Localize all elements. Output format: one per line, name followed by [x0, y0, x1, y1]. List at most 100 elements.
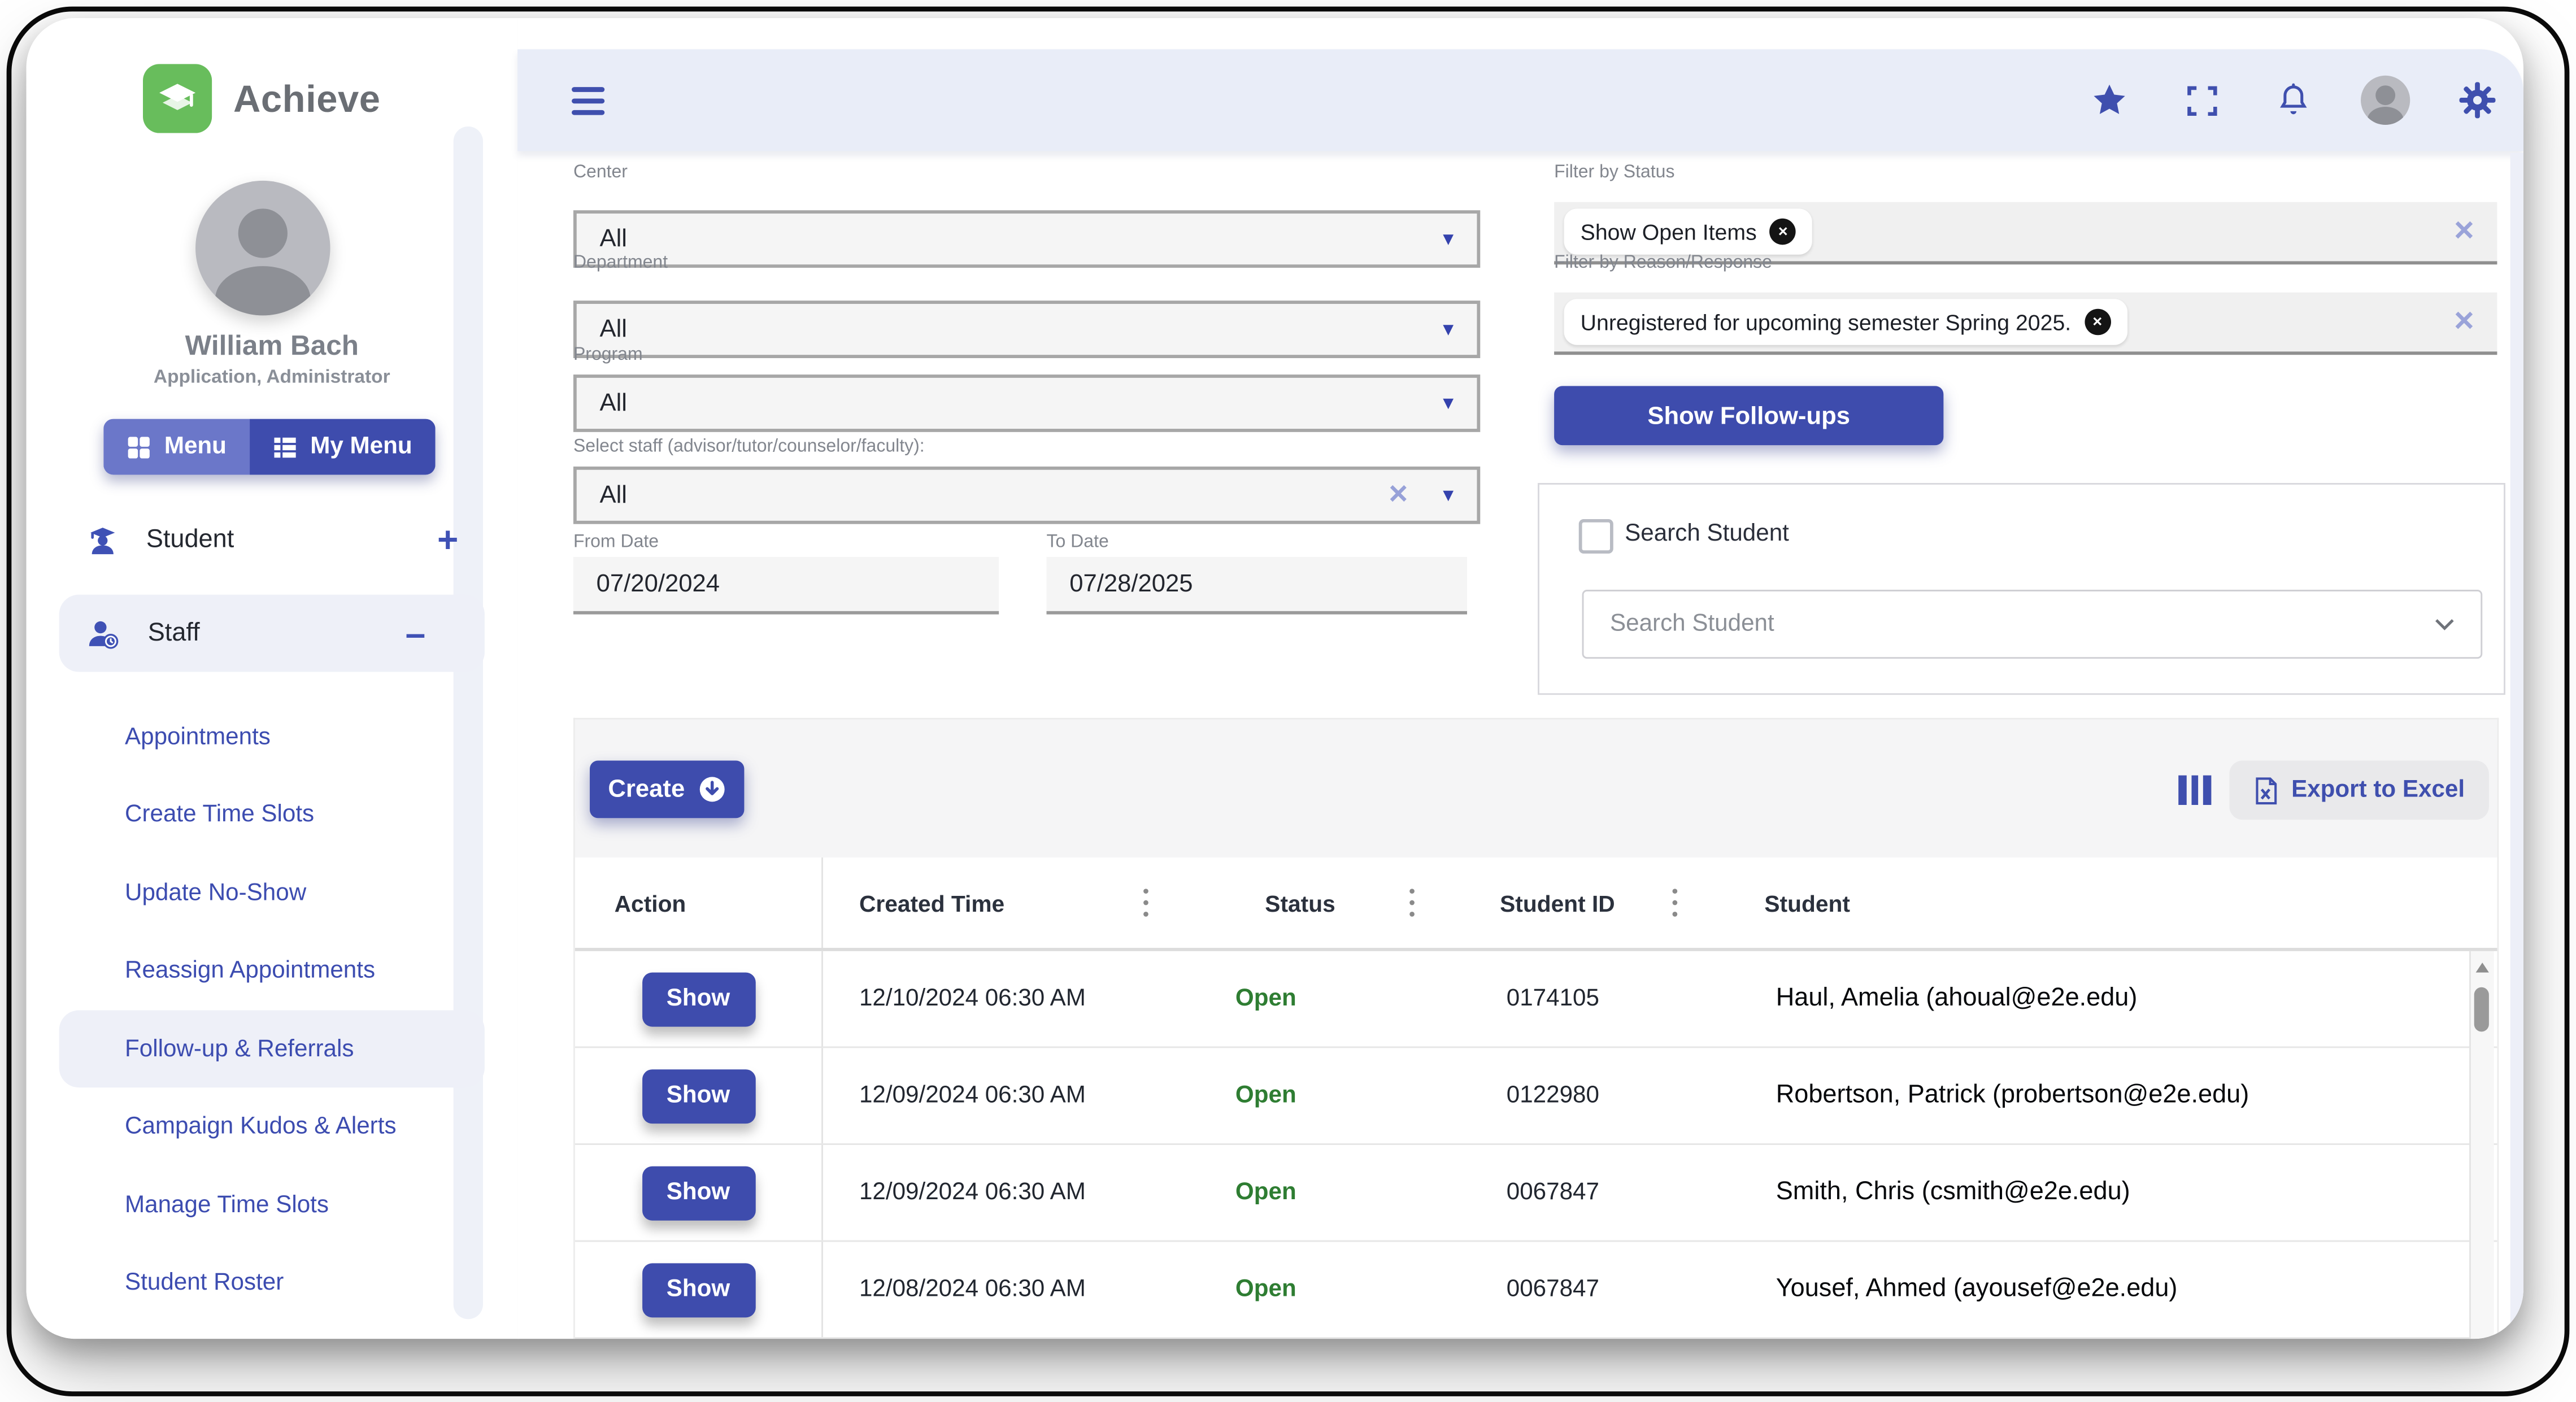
from-date-input[interactable]: 07/20/2024: [573, 557, 999, 615]
status-cell: Open: [1207, 986, 1473, 1012]
sidebar-item-label: Create Time Slots: [125, 802, 314, 828]
clear-filter-x-icon[interactable]: ×: [2454, 212, 2474, 251]
show-button[interactable]: Show: [642, 972, 755, 1026]
sidebar-group-staff[interactable]: Staff –: [59, 595, 485, 672]
search-student-panel: Search Student Search Student: [1538, 483, 2505, 695]
column-header-label: Status: [1265, 890, 1335, 916]
column-header-status[interactable]: Status: [1207, 857, 1473, 948]
department-select[interactable]: All ▼: [573, 301, 1480, 358]
fullscreen-icon[interactable]: [2156, 83, 2248, 117]
app-title: Achieve: [233, 76, 381, 121]
table-scrollbar[interactable]: [2469, 951, 2494, 1339]
create-button[interactable]: Create: [590, 760, 744, 818]
hamburger-menu-icon[interactable]: [572, 87, 604, 115]
profile-name: William Bach: [27, 330, 518, 363]
show-followups-button[interactable]: Show Follow-ups: [1554, 386, 1943, 445]
sidebar-item-label: Reassign Appointments: [125, 957, 375, 984]
sidebar-item-campaign-kudos-alerts[interactable]: Campaign Kudos & Alerts: [59, 1088, 485, 1166]
sidebar-item-reassign-appointments[interactable]: Reassign Appointments: [59, 932, 485, 1009]
staff-select-label: Select staff (advisor/tutor/counselor/fa…: [573, 437, 925, 457]
show-button[interactable]: Show: [642, 1069, 755, 1123]
sidebar-group-student[interactable]: Student +: [27, 504, 518, 577]
favorite-star-icon[interactable]: [2064, 80, 2156, 120]
program-select[interactable]: All ▼: [573, 375, 1480, 432]
to-date-input[interactable]: 07/28/2025: [1046, 557, 1467, 615]
menu-button[interactable]: Menu: [103, 419, 249, 475]
dropdown-caret-icon: ▼: [1439, 320, 1457, 339]
scrollbar-thumb[interactable]: [2474, 987, 2489, 1032]
screenshot-stage: Achieve William Bach Application, Admini…: [0, 0, 2576, 1402]
sidebar-item-label: Appointments: [125, 724, 271, 750]
show-button[interactable]: Show: [642, 1262, 755, 1317]
menu-button-label: Menu: [164, 434, 227, 460]
column-chooser-icon[interactable]: [2178, 776, 2211, 805]
show-button[interactable]: Show: [642, 1165, 755, 1220]
sidebar-item-student-roster[interactable]: Student Roster: [59, 1244, 485, 1322]
student-id-cell: 0174105: [1474, 986, 1737, 1012]
column-header-label: Student: [1764, 890, 1850, 916]
my-menu-button[interactable]: My Menu: [250, 419, 436, 475]
dropdown-caret-icon: ▼: [1439, 394, 1457, 413]
column-header-action[interactable]: Action: [575, 857, 823, 948]
column-header-created-time[interactable]: Created Time: [823, 857, 1208, 948]
chip-remove-icon[interactable]: ×: [1770, 219, 1796, 245]
sidebar-item-update-no-show[interactable]: Update No-Show: [59, 854, 485, 931]
column-menu-icon[interactable]: [1143, 900, 1148, 905]
table-row: Show12/08/2024 06:30 AMOpen0067847Yousef…: [575, 1242, 2497, 1339]
search-student-select[interactable]: Search Student: [1582, 590, 2483, 659]
chip-remove-icon[interactable]: ×: [2084, 309, 2111, 336]
column-menu-icon[interactable]: [1409, 900, 1415, 905]
column-header-student[interactable]: Student: [1737, 857, 2497, 948]
list-icon: [272, 434, 297, 459]
filter-by-status-label: Filter by Status: [1554, 163, 1674, 182]
staff-select[interactable]: All × ▼: [573, 467, 1480, 524]
export-button-label: Export to Excel: [2291, 777, 2465, 804]
sidebar-group-label: Staff: [148, 619, 200, 648]
action-cell: Show: [575, 951, 823, 1047]
column-menu-icon[interactable]: [1672, 900, 1677, 905]
from-date-label: From Date: [573, 532, 659, 552]
user-avatar[interactable]: [2339, 76, 2431, 125]
scroll-up-arrow-icon[interactable]: [2476, 963, 2489, 972]
sidebar-item-follow-up-referrals[interactable]: Follow-up & Referrals: [59, 1011, 485, 1088]
created-time-cell: 12/09/2024 06:30 AM: [823, 1179, 1208, 1206]
column-header-student-id[interactable]: Student ID: [1474, 857, 1737, 948]
staff-icon: [85, 615, 121, 651]
created-time-cell: 12/08/2024 06:30 AM: [823, 1277, 1208, 1303]
department-label: Department: [573, 253, 668, 273]
column-header-label: Created Time: [859, 890, 1004, 916]
center-label: Center: [573, 163, 628, 182]
sidebar-item-manage-time-slots[interactable]: Manage Time Slots: [59, 1166, 485, 1244]
content-scroll-gutter[interactable]: [2510, 153, 2523, 1339]
notifications-bell-icon[interactable]: [2247, 82, 2339, 118]
collapse-minus-icon[interactable]: –: [406, 612, 426, 655]
staff-select-value: All: [599, 481, 626, 509]
table-row: Show12/10/2024 06:30 AMOpen0174105Haul, …: [575, 951, 2497, 1048]
action-cell: Show: [575, 1242, 823, 1338]
sidebar-item-create-time-slots[interactable]: Create Time Slots: [59, 776, 485, 854]
export-to-excel-button[interactable]: Export to Excel: [2229, 760, 2488, 820]
settings-gear-icon[interactable]: [2431, 80, 2523, 120]
followups-table: Create Export to Excel Action Created Tim…: [573, 718, 2499, 1339]
app-window: Achieve William Bach Application, Admini…: [27, 18, 2523, 1339]
center-select[interactable]: All ▼: [573, 210, 1480, 268]
search-student-checkbox[interactable]: [1579, 519, 1613, 554]
created-time-cell: 12/09/2024 06:30 AM: [823, 1082, 1208, 1109]
created-time-cell: 12/10/2024 06:30 AM: [823, 986, 1208, 1012]
program-select-value: All: [599, 389, 626, 417]
reason-chip[interactable]: Unregistered for upcoming semester Sprin…: [1564, 299, 2127, 345]
sidebar-item-label: Update No-Show: [125, 879, 306, 906]
column-header-label: Student ID: [1500, 890, 1615, 916]
status-cell: Open: [1207, 1179, 1473, 1206]
expand-plus-icon[interactable]: +: [437, 519, 458, 562]
create-button-label: Create: [608, 776, 685, 803]
filter-by-reason-field[interactable]: Unregistered for upcoming semester Sprin…: [1554, 293, 2497, 355]
achieve-logo-icon: [143, 64, 212, 133]
status-chip[interactable]: Show Open Items ×: [1564, 208, 1813, 254]
clear-x-icon[interactable]: ×: [1389, 476, 1408, 514]
sidebar-item-label: Student Roster: [125, 1270, 284, 1296]
clear-filter-x-icon[interactable]: ×: [2454, 302, 2474, 342]
table-body: Show12/10/2024 06:30 AMOpen0174105Haul, …: [575, 951, 2497, 1339]
dropdown-caret-icon: ▼: [1439, 229, 1457, 249]
sidebar-item-appointments[interactable]: Appointments: [59, 698, 485, 776]
